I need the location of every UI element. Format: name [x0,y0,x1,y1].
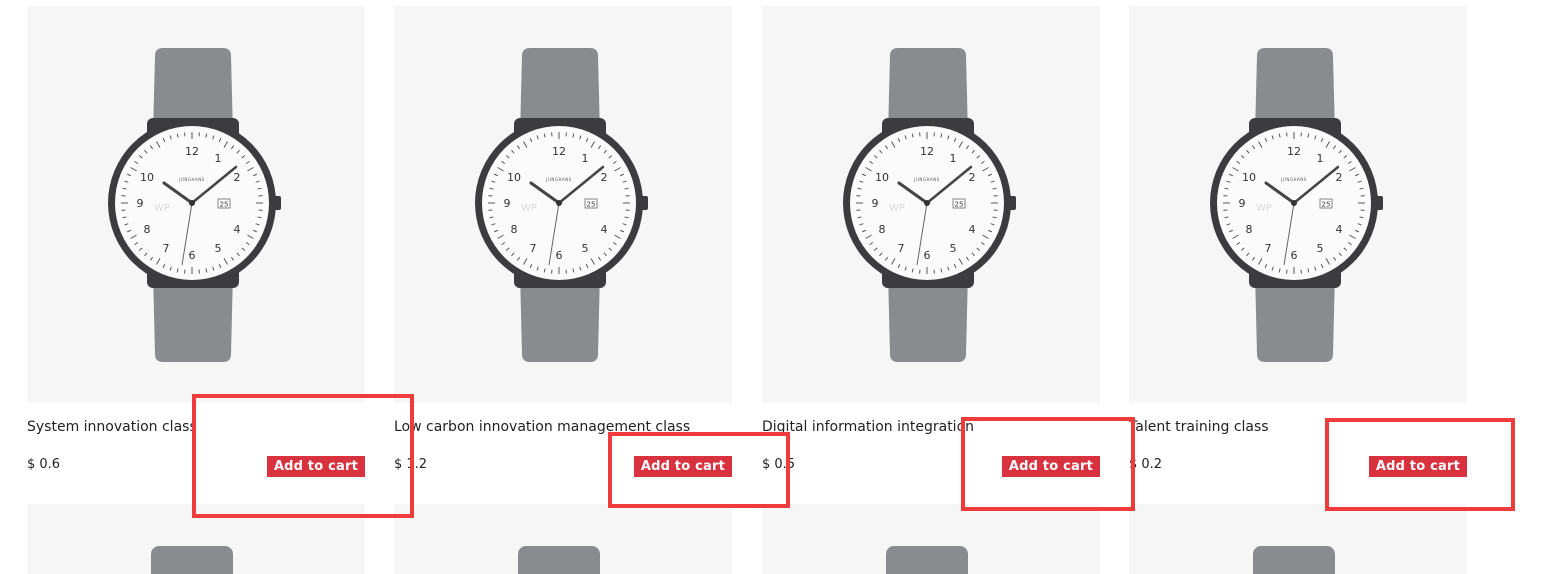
date-text: 25 [587,201,596,209]
watch-numeral: 8 [143,223,150,236]
watch-numeral: 5 [215,242,222,255]
add-to-cart-button[interactable]: Add to cart [267,456,365,477]
hand-pivot [1291,200,1297,206]
product-image[interactable] [762,504,1100,574]
watermark-text: WP [521,203,537,214]
watch-numeral: 6 [189,249,196,262]
watermark-text: WP [889,203,905,214]
watch-strap [151,546,233,574]
watch-numeral: 12 [920,145,934,158]
watch-numeral: 7 [163,242,170,255]
hand-pivot [189,200,195,206]
product-grid: 121245678910JUNGHANSWP25 System innovati… [0,0,1564,568]
watch-numeral: 12 [1287,145,1301,158]
date-text: 25 [1322,201,1331,209]
product-image[interactable]: 12 12 45 6 78 9 10 JUNGHANS WP 25 [762,6,1100,403]
watch-numeral: 8 [878,223,885,236]
watch-numeral: 4 [234,223,241,236]
watch-numeral: 2 [601,171,608,184]
watch-numeral: 5 [582,242,589,255]
watch-brand: JUNGHANS [178,177,204,182]
date-text: 25 [220,201,229,209]
add-to-cart-button[interactable]: Add to cart [1369,456,1467,477]
watch-numeral: 6 [1291,249,1298,262]
watch-numeral: 6 [924,249,931,262]
watch-numeral: 9 [504,197,511,210]
watermark-text: WP [1256,203,1272,214]
watch-numeral: 1 [582,152,589,165]
watch-numeral: 8 [1245,223,1252,236]
watch-brand: JUNGHANS [1280,177,1306,182]
watch-numeral: 5 [1317,242,1324,255]
watermark-text: WP [154,203,170,214]
watch-numeral: 9 [137,197,144,210]
watch-numeral: 10 [875,171,889,184]
product-title[interactable]: Talent training class [1129,419,1467,435]
watch-illustration: 12 12 45 6 78 9 10 JUNGHANS WP 25 [762,6,1100,403]
watch-numeral: 12 [552,145,566,158]
watch-numeral: 4 [1336,223,1343,236]
product-price: $ 0.2 [1129,457,1162,472]
watch-numeral: 7 [530,242,537,255]
product-image[interactable] [1129,504,1467,574]
watch-numeral: 4 [601,223,608,236]
watch-numeral: 8 [510,223,517,236]
watch-illustration: 12 12 45 6 78 9 10 JUNGHANS WP 25 [1129,6,1467,403]
watch-numeral: 2 [969,171,976,184]
watch-numeral: 9 [872,197,879,210]
date-text: 25 [955,201,964,209]
product-image[interactable]: 12 12 45 6 78 9 10 JUNGHANS WP 25 [27,6,365,403]
watch-numeral: 2 [234,171,241,184]
add-to-cart-button[interactable]: Add to cart [634,456,732,477]
watch-numeral: 10 [140,171,154,184]
product-title[interactable]: Digital information integration [762,419,1100,435]
product-title[interactable]: Low carbon innovation management class [394,419,732,435]
watch-numeral: 1 [1317,152,1324,165]
watch-numeral: 4 [969,223,976,236]
watch-brand: JUNGHANS [545,177,571,182]
watch-illustration: 12 12 45 6 78 9 10 JUNGHANS WP 25 [394,6,732,403]
product-price: $ 1.2 [394,457,427,472]
watch-numeral: 12 [185,145,199,158]
watch-numeral: 10 [507,171,521,184]
watch-brand: JUNGHANS [913,177,939,182]
product-price: $ 0.6 [27,457,60,472]
watch-numeral: 10 [1242,171,1256,184]
watch-numeral: 7 [898,242,905,255]
add-to-cart-button[interactable]: Add to cart [1002,456,1100,477]
watch-numeral: 9 [1239,197,1246,210]
watch-numeral: 7 [1265,242,1272,255]
product-title[interactable]: System innovation class [27,419,365,435]
watch-strap [1253,546,1335,574]
watch-strap [886,546,968,574]
hand-pivot [924,200,930,206]
product-price: $ 0.5 [762,457,795,472]
product-image[interactable]: 12 12 45 6 78 9 10 JUNGHANS WP 25 [1129,6,1467,403]
watch-numeral: 2 [1336,171,1343,184]
watch-numeral: 1 [215,152,222,165]
product-image[interactable] [394,504,732,574]
product-image[interactable] [27,504,365,574]
watch-numeral: 6 [556,249,563,262]
watch-strap [518,546,600,574]
product-image[interactable]: 12 12 45 6 78 9 10 JUNGHANS WP 25 [394,6,732,403]
watch-illustration: 12 12 45 6 78 9 10 JUNGHANS WP 25 [27,6,365,403]
watch-numeral: 5 [950,242,957,255]
hand-pivot [556,200,562,206]
watch-numeral: 1 [950,152,957,165]
